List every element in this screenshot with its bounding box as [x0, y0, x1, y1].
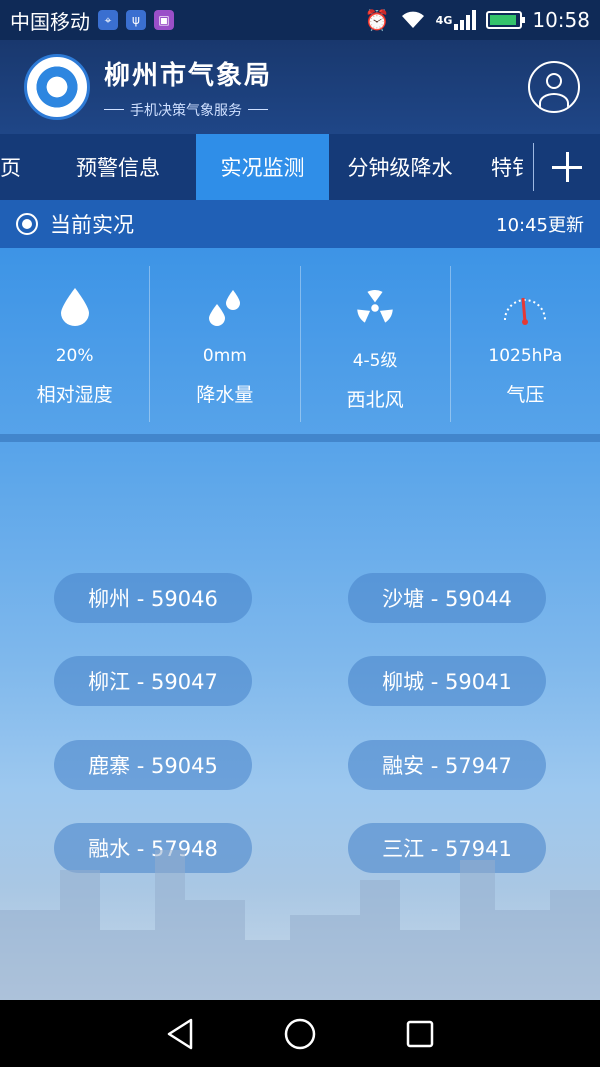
location-app-icon: ⌖	[98, 10, 118, 30]
system-nav-bar	[0, 1000, 600, 1067]
metric-precipitation: 0mm 降水量	[150, 266, 301, 422]
station-button[interactable]: 鹿寨 - 59045	[54, 740, 252, 790]
metric-wind: 4-5级 西北风	[301, 266, 451, 422]
plus-icon	[552, 152, 582, 182]
network-type: 4G	[435, 13, 453, 27]
status-left: 中国移动 ⌖ ψ ▣	[10, 6, 174, 35]
tab-bar: 页 预警信息 实况监测 分钟级降水 特钅	[0, 134, 600, 200]
add-tab-button[interactable]	[534, 134, 600, 200]
wifi-icon	[401, 11, 424, 28]
raindrops-icon	[208, 266, 241, 326]
app-subtitle-row: 手机决策气象服务	[104, 100, 272, 120]
station-button[interactable]: 柳州 - 59046	[54, 573, 252, 623]
section-header: 当前实况 10:45更新	[0, 200, 600, 248]
tab-minute-precipitation[interactable]: 分钟级降水	[329, 134, 471, 200]
gallery-icon: ▣	[154, 10, 174, 30]
bureau-logo	[24, 54, 90, 120]
status-bar: 中国移动 ⌖ ψ ▣ ⏰ 4G 10:58	[0, 0, 600, 40]
update-time: 10:45更新	[496, 215, 584, 236]
section-title: 当前实况	[50, 213, 134, 237]
user-avatar-button[interactable]	[528, 61, 580, 113]
usb-icon: ψ	[126, 10, 146, 30]
station-button[interactable]: 融安 - 57947	[348, 740, 546, 790]
user-icon-body	[539, 93, 569, 111]
tab-label: 分钟级降水	[347, 156, 453, 180]
metrics-row: 20% 相对湿度 0mm 降水量 4-5级 西北风 1025hPa 气压	[0, 266, 600, 422]
station-button[interactable]: 沙塘 - 59044	[348, 573, 546, 623]
metric-value: 0mm	[202, 346, 247, 366]
signal-icon	[454, 10, 477, 30]
back-button[interactable]	[160, 1014, 200, 1054]
metric-value: 20%	[55, 346, 94, 366]
city-skyline-background	[0, 820, 600, 1000]
carrier-name: 中国移动	[10, 9, 90, 34]
metric-label: 气压	[506, 384, 545, 406]
recents-button[interactable]	[400, 1014, 440, 1054]
main-content: 20% 相对湿度 0mm 降水量 4-5级 西北风 1025hPa 气压 柳州 …	[0, 248, 600, 1000]
fan-icon	[356, 266, 394, 326]
alarm-icon: ⏰	[364, 8, 390, 32]
clock: 10:58	[532, 8, 590, 32]
metric-label: 降水量	[196, 384, 254, 406]
brand: 柳州市气象局 手机决策气象服务	[104, 55, 272, 120]
tab-live-monitoring[interactable]: 实况监测	[196, 134, 329, 200]
metric-label: 西北风	[346, 389, 404, 411]
app-subtitle: 手机决策气象服务	[130, 102, 242, 119]
tab-label: 实况监测	[220, 156, 305, 180]
metric-value: 1025hPa	[488, 346, 563, 366]
back-triangle-icon	[167, 1018, 193, 1049]
metric-value: 4-5级	[352, 351, 398, 371]
status-right: ⏰ 4G 10:58	[365, 8, 590, 32]
metric-label: 相对湿度	[36, 384, 113, 406]
station-button[interactable]: 柳江 - 59047	[54, 656, 252, 706]
tab-label: 页	[0, 156, 21, 180]
subtitle-line-right	[248, 109, 268, 110]
station-button[interactable]: 柳城 - 59041	[348, 656, 546, 706]
divider	[0, 434, 600, 442]
user-icon-head	[546, 73, 562, 89]
droplet-icon	[60, 266, 89, 326]
logo-emblem	[33, 63, 81, 111]
radio-icon	[16, 213, 38, 235]
battery-level	[490, 15, 516, 25]
tab-special[interactable]: 特钅	[471, 134, 533, 200]
tab-label: 特钅	[491, 156, 533, 180]
gauge-icon	[501, 266, 549, 326]
subtitle-line-left	[104, 109, 124, 110]
app-title: 柳州市气象局	[104, 60, 273, 91]
tab-warnings[interactable]: 预警信息	[40, 134, 196, 200]
home-circle-icon	[284, 1018, 316, 1049]
metric-pressure: 1025hPa 气压	[451, 266, 600, 422]
app-header: 柳州市气象局 手机决策气象服务	[0, 40, 600, 134]
home-button[interactable]	[280, 1014, 320, 1054]
tab-home[interactable]: 页	[0, 134, 40, 200]
radio-dot	[22, 219, 32, 229]
tab-label: 预警信息	[76, 156, 160, 180]
recents-square-icon	[406, 1020, 434, 1047]
battery-icon	[486, 11, 526, 29]
metric-humidity: 20% 相对湿度	[0, 266, 151, 422]
